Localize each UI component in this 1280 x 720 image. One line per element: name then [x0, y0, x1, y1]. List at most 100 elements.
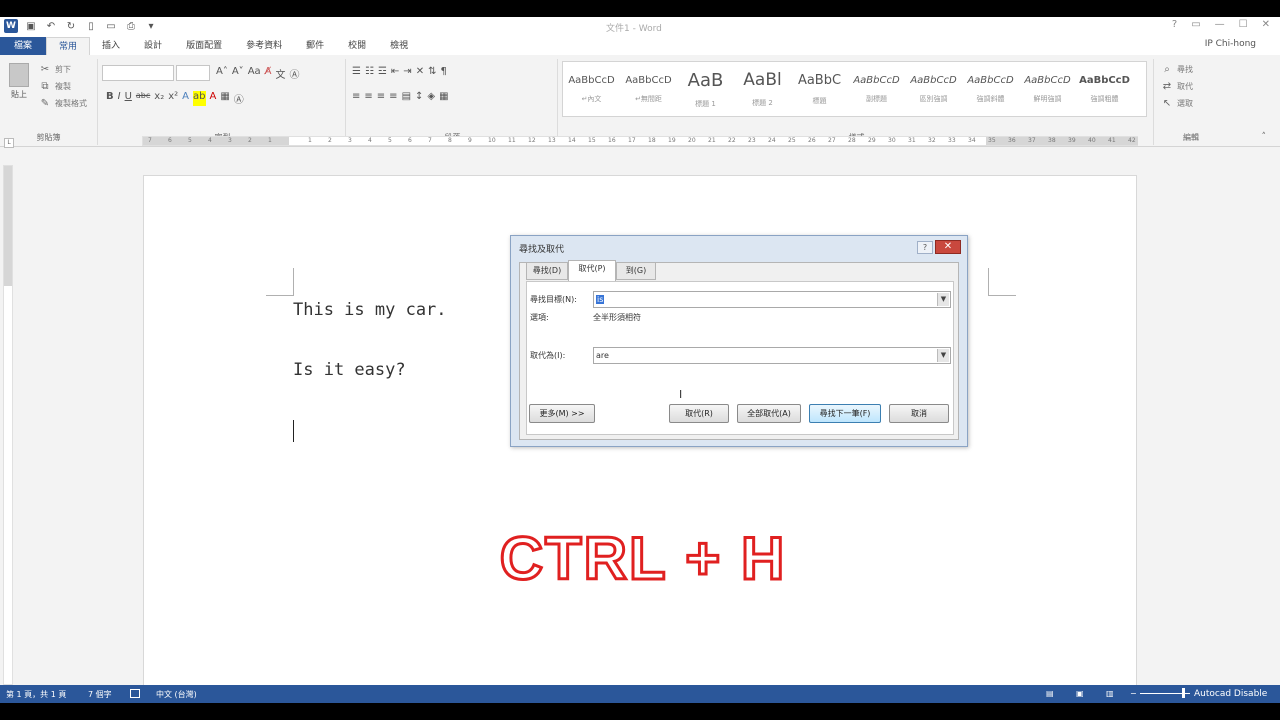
paste-button[interactable]: 貼上 — [6, 63, 32, 100]
shrink-font-icon[interactable]: A˅ — [232, 66, 244, 81]
char-shading-icon[interactable]: ▦ — [220, 91, 229, 106]
find-button[interactable]: ⌕ 尋找 — [1160, 61, 1193, 78]
bullets-icon[interactable]: ☰ — [352, 66, 361, 77]
underline-icon[interactable]: U — [125, 91, 132, 106]
replace-with-input[interactable]: are ▼ — [593, 347, 951, 364]
web-layout-icon[interactable]: ▥ — [1106, 689, 1114, 698]
collapse-ribbon-icon[interactable]: ˄ — [1262, 132, 1267, 142]
word-count[interactable]: 7 個字 — [88, 689, 112, 700]
clear-format-icon[interactable]: A̸ — [265, 66, 272, 81]
strikethrough-icon[interactable]: abc — [136, 91, 150, 106]
tab-view[interactable]: 檢視 — [378, 37, 420, 55]
customize-icon[interactable]: ▾ — [144, 19, 158, 33]
text-effects-icon[interactable]: A — [182, 91, 189, 106]
tab-selector-icon[interactable]: L — [4, 138, 14, 148]
shading-icon[interactable]: ◈ — [427, 91, 435, 102]
open-icon[interactable]: ▭ — [104, 19, 118, 33]
bold-icon[interactable]: B — [106, 91, 114, 106]
ribbon-display-icon[interactable]: ▭ — [1191, 19, 1200, 30]
style-item[interactable]: AaBbCcD 強調斜體 — [962, 62, 1019, 116]
chevron-down-icon[interactable]: ▼ — [937, 293, 949, 306]
tab-find[interactable]: 尋找(D) — [526, 262, 568, 280]
redo-icon[interactable]: ↻ — [64, 19, 78, 33]
style-item[interactable]: AaBbCcD ↵無間距 — [620, 62, 677, 116]
grow-font-icon[interactable]: A˄ — [216, 66, 228, 81]
numbering-icon[interactable]: ☷ — [365, 66, 374, 77]
save-icon[interactable]: ▣ — [24, 19, 38, 33]
tab-review[interactable]: 校閱 — [336, 37, 378, 55]
highlight-icon[interactable]: ab — [193, 91, 206, 106]
style-item[interactable]: AaBbCcD 區別強調 — [905, 62, 962, 116]
close-icon[interactable]: ✕ — [1262, 19, 1270, 30]
style-item[interactable]: AaBbCcD 副標題 — [848, 62, 905, 116]
style-item[interactable]: AaB 標題 1 — [677, 62, 734, 116]
tab-replace[interactable]: 取代(P) — [568, 260, 616, 281]
tab-mailings[interactable]: 郵件 — [294, 37, 336, 55]
replace-button[interactable]: ⇄ 取代 — [1160, 78, 1193, 95]
tab-file[interactable]: 檔案 — [0, 37, 47, 55]
minimize-icon[interactable]: — — [1215, 19, 1225, 30]
align-center-icon[interactable]: ≡ — [364, 91, 372, 102]
char-border-icon[interactable]: Ⓐ — [290, 66, 300, 81]
print-layout-icon[interactable]: ▣ — [1076, 689, 1084, 698]
language-indicator[interactable]: 中文 (台灣) — [156, 689, 197, 700]
find-next-button[interactable]: 尋找下一筆(F) — [809, 404, 881, 423]
tab-layout[interactable]: 版面配置 — [174, 37, 234, 55]
tab-design[interactable]: 設計 — [132, 37, 174, 55]
align-right-icon[interactable]: ≡ — [377, 91, 385, 102]
print-icon[interactable]: ⎙ — [124, 19, 138, 33]
undo-icon[interactable]: ↶ — [44, 19, 58, 33]
align-left-icon[interactable]: ≡ — [352, 91, 360, 102]
justify-icon[interactable]: ≡ — [389, 91, 397, 102]
tab-goto[interactable]: 到(G) — [616, 262, 656, 280]
change-case-icon[interactable]: Aa — [248, 66, 261, 81]
decrease-indent-icon[interactable]: ⇤ — [391, 66, 399, 77]
chevron-down-icon[interactable]: ▼ — [937, 349, 949, 362]
format-painter-button[interactable]: ✎ 複製格式 — [38, 95, 87, 112]
zoom-out-icon[interactable]: − — [1130, 689, 1137, 698]
vertical-ruler[interactable] — [3, 165, 13, 685]
italic-icon[interactable]: I — [118, 91, 121, 106]
distributed-icon[interactable]: ▤ — [402, 91, 411, 102]
dialog-close-button[interactable]: ✕ — [935, 240, 961, 254]
subscript-icon[interactable]: x₂ — [154, 91, 164, 106]
tab-references[interactable]: 參考資料 — [234, 37, 294, 55]
select-button[interactable]: ↖ 選取 — [1160, 95, 1193, 112]
asian-layout-icon[interactable]: ✕ — [416, 66, 424, 77]
line-spacing-icon[interactable]: ↕ — [415, 91, 423, 102]
horizontal-ruler[interactable]: 7 6 5 4 3 2 1 1 2 3 4 5 6 7 8 9 10 11 12 13 14 15 16 17 18 19 20 21… — [142, 136, 1138, 146]
borders-icon[interactable]: ▦ — [439, 91, 448, 102]
dialog-help-button[interactable]: ? — [917, 241, 933, 254]
copy-button[interactable]: ⧉ 複製 — [38, 78, 87, 95]
multilevel-icon[interactable]: ☲ — [378, 66, 387, 77]
show-marks-icon[interactable]: ¶ — [440, 66, 446, 77]
zoom-slider-thumb[interactable] — [1182, 688, 1185, 698]
replace-button[interactable]: 取代(R) — [669, 404, 729, 423]
style-item[interactable]: AaBbCcD ↵內文 — [563, 62, 620, 116]
font-size-box[interactable] — [176, 65, 210, 81]
sort-icon[interactable]: ⇅ — [428, 66, 436, 77]
more-button[interactable]: 更多(M) >> — [529, 404, 595, 423]
style-item[interactable]: AaBbCcD 鮮明強調 — [1019, 62, 1076, 116]
font-name-box[interactable] — [102, 65, 174, 81]
cancel-button[interactable]: 取消 — [889, 404, 949, 423]
user-account[interactable]: IP Chi-hong — [1205, 39, 1256, 49]
font-color-icon[interactable]: A — [210, 91, 217, 106]
help-icon[interactable]: ? — [1172, 19, 1177, 30]
read-mode-icon[interactable]: ▤ — [1046, 689, 1054, 698]
maximize-icon[interactable]: ☐ — [1239, 19, 1248, 30]
superscript-icon[interactable]: x² — [168, 91, 178, 106]
enclose-char-icon[interactable]: Ⓐ — [234, 91, 244, 106]
new-icon[interactable]: ▯ — [84, 19, 98, 33]
tab-insert[interactable]: 插入 — [90, 37, 132, 55]
tab-home[interactable]: 常用 — [46, 37, 91, 55]
phonetic-guide-icon[interactable]: 文 — [276, 66, 286, 81]
style-item[interactable]: AaBbCcD 強調粗體 — [1076, 62, 1133, 116]
proofing-icon[interactable] — [130, 689, 140, 698]
style-item[interactable]: AaBl 標題 2 — [734, 62, 791, 116]
cut-button[interactable]: ✂ 剪下 — [38, 61, 87, 78]
page-count[interactable]: 第 1 頁，共 1 頁 — [6, 689, 66, 700]
replace-all-button[interactable]: 全部取代(A) — [737, 404, 801, 423]
increase-indent-icon[interactable]: ⇥ — [403, 66, 411, 77]
style-item[interactable]: AaBbC 標題 — [791, 62, 848, 116]
